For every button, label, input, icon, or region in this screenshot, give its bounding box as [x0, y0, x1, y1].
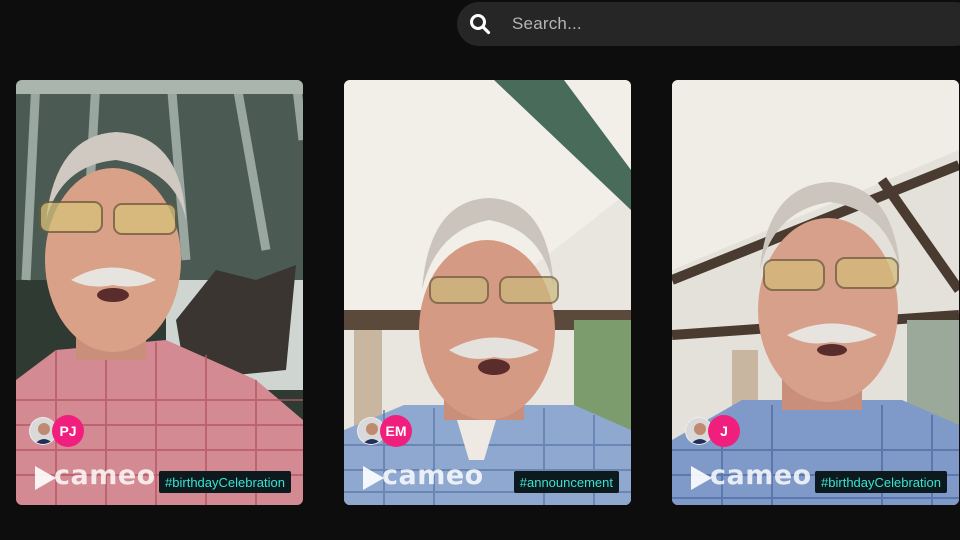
- cameo-logo: cameo: [382, 460, 484, 491]
- cameo-logo: cameo: [710, 460, 812, 491]
- cameo-logo: cameo: [54, 460, 156, 491]
- user-initials-badge: J: [708, 415, 740, 447]
- creator-badges: EM: [357, 415, 412, 447]
- search-bar[interactable]: Search...: [457, 2, 960, 46]
- hashtag-label[interactable]: #announcement: [513, 471, 619, 493]
- hashtag-label[interactable]: #birthdayCelebration: [159, 471, 291, 493]
- hashtag-label[interactable]: #birthdayCelebration: [815, 471, 947, 493]
- user-initials-badge: PJ: [52, 415, 84, 447]
- creator-badges: PJ: [29, 415, 84, 447]
- search-icon[interactable]: [469, 13, 491, 35]
- video-card-3[interactable]: J cameo #birthdayCelebration: [672, 80, 959, 505]
- creator-badges: J: [685, 415, 740, 447]
- search-input[interactable]: Search...: [512, 14, 582, 34]
- video-card-1[interactable]: PJ cameo #birthdayCelebration: [16, 80, 303, 505]
- user-initials-badge: EM: [380, 415, 412, 447]
- video-card-2[interactable]: EM cameo #announcement: [344, 80, 631, 505]
